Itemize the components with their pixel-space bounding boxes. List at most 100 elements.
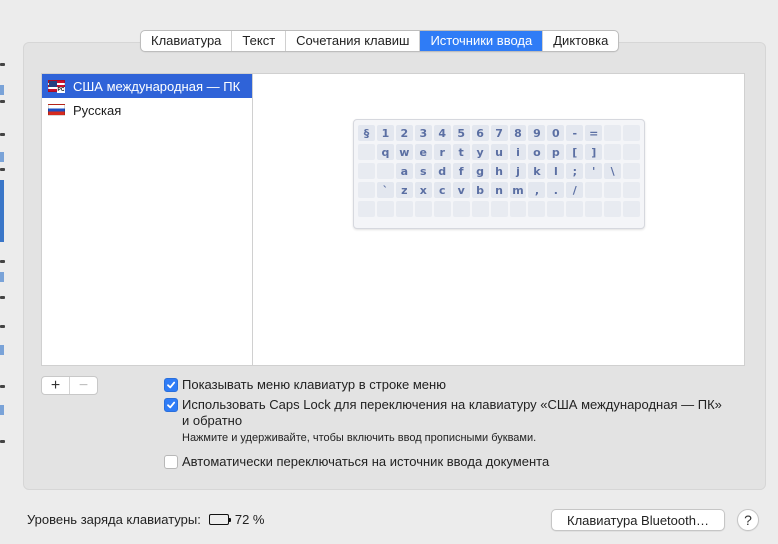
caps-lock-option[interactable]: Использовать Caps Lock для переключения … xyxy=(164,397,722,429)
keyboard-key: e xyxy=(414,144,432,160)
keyboard-key-blank xyxy=(604,144,622,160)
keyboard-key-blank xyxy=(528,201,546,217)
keyboard-key: q xyxy=(376,144,394,160)
caps-lock-label-cont: и обратно xyxy=(182,413,243,428)
battery-icon xyxy=(208,514,232,525)
keyboard-key: d xyxy=(433,163,451,179)
keyboard-key-blank xyxy=(358,163,375,179)
keyboard-key: r xyxy=(433,144,451,160)
keyboard-key: z xyxy=(395,182,413,198)
keyboard-key: , xyxy=(528,182,546,198)
keyboard-key: m xyxy=(509,182,527,198)
list-item-label: Русская xyxy=(73,102,122,118)
keyboard-key-blank xyxy=(376,163,394,179)
keyboard-key: 3 xyxy=(414,125,432,141)
checkbox-unchecked-icon[interactable] xyxy=(164,455,178,469)
keyboard-key: n xyxy=(490,182,508,198)
keyboard-key: i xyxy=(509,144,527,160)
keyboard-key-blank xyxy=(471,201,489,217)
keyboard-key: \ xyxy=(604,163,622,179)
keyboard-key: t xyxy=(452,144,470,160)
keyboard-key-blank xyxy=(604,182,622,198)
tab-text[interactable]: Текст xyxy=(232,31,287,51)
keyboard-key: ; xyxy=(566,163,584,179)
checkbox-checked-icon[interactable] xyxy=(164,378,178,392)
tab-shortcuts[interactable]: Сочетания клавиш xyxy=(286,31,421,51)
keyboard-key: 9 xyxy=(528,125,546,141)
keyboard-key: ` xyxy=(376,182,394,198)
keyboard-key: [ xyxy=(566,144,584,160)
keyboard-key-blank xyxy=(585,182,603,198)
keyboard-key: 0 xyxy=(547,125,565,141)
keyboard-key-blank xyxy=(414,201,432,217)
keyboard-row: ` z x c v b n m,. / xyxy=(358,182,641,198)
keyboard-key: ] xyxy=(585,144,603,160)
keyboard-key-blank xyxy=(623,125,641,141)
auto-switch-option[interactable]: Автоматически переключаться на источник … xyxy=(164,454,549,469)
keyboard-key: k xyxy=(528,163,546,179)
keyboard-row-space xyxy=(358,201,641,217)
battery-label: Уровень заряда клавиатуры: xyxy=(27,512,201,527)
keyboard-key: w xyxy=(395,144,413,160)
us-flag-icon xyxy=(48,80,65,93)
remove-source-button[interactable]: − xyxy=(69,377,97,394)
tab-keyboard[interactable]: Клавиатура xyxy=(141,31,233,51)
keyboard-key-blank xyxy=(604,201,622,217)
bluetooth-keyboard-button[interactable]: Клавиатура Bluetooth… xyxy=(551,509,725,531)
keyboard-key-blank xyxy=(358,182,375,198)
add-source-button[interactable]: + xyxy=(42,377,69,394)
keyboard-key-blank xyxy=(604,125,622,141)
keyboard-key-blank xyxy=(452,201,470,217)
keyboard-key: - xyxy=(566,125,584,141)
checkbox-checked-icon[interactable] xyxy=(164,398,178,412)
keyboard-key: u xyxy=(490,144,508,160)
list-item-russian[interactable]: Русская xyxy=(42,98,252,122)
keyboard-key: 1 xyxy=(376,125,394,141)
keyboard-key: b xyxy=(471,182,489,198)
keyboard-key: / xyxy=(566,182,584,198)
keyboard-key: v xyxy=(452,182,470,198)
keyboard-key: 4 xyxy=(433,125,451,141)
keyboard-key: p xyxy=(547,144,565,160)
keyboard-key: 2 xyxy=(395,125,413,141)
keyboard-key: y xyxy=(471,144,489,160)
keyboard-key-blank xyxy=(433,201,451,217)
auto-switch-label: Автоматически переключаться на источник … xyxy=(182,454,550,469)
keyboard-key-blank xyxy=(358,201,375,217)
tab-bar: Клавиатура Текст Сочетания клавиш Источн… xyxy=(140,30,620,52)
keyboard-key: 8 xyxy=(509,125,527,141)
tab-input-sources[interactable]: Источники ввода xyxy=(420,31,544,51)
keyboard-key: g xyxy=(471,163,489,179)
keyboard-key: j xyxy=(509,163,527,179)
show-menu-option[interactable]: Показывать меню клавиатур в строке меню xyxy=(164,377,446,392)
keyboard-key: c xyxy=(433,182,451,198)
list-item-us-international[interactable]: США международная — ПК xyxy=(42,74,252,98)
keyboard-row: q w e r t y u i o p[] xyxy=(358,144,641,160)
list-item-label: США международная — ПК xyxy=(73,78,241,94)
keyboard-key-blank xyxy=(395,201,413,217)
keyboard-key-blank xyxy=(623,201,641,217)
keyboard-row: § 1 2 3 4 5 6 7 8 9 0- = xyxy=(358,125,641,141)
help-button[interactable]: ? xyxy=(737,509,759,531)
keyboard-key-blank xyxy=(509,201,527,217)
keyboard-key: l xyxy=(547,163,565,179)
tab-dictation[interactable]: Диктовка xyxy=(543,31,618,51)
battery-status: Уровень заряда клавиатуры: 72 % xyxy=(27,512,264,527)
keyboard-key: a xyxy=(395,163,413,179)
keyboard-key: 5 xyxy=(452,125,470,141)
keyboard-row: a s d f g h j k l; ' \ xyxy=(358,163,641,179)
list-button-group: + − xyxy=(41,376,98,395)
keyboard-key-blank xyxy=(547,201,565,217)
keyboard-key-blank xyxy=(623,163,641,179)
caps-lock-hint: Нажмите и удерживайте, чтобы включить вв… xyxy=(182,432,537,444)
keyboard-key: s xyxy=(414,163,432,179)
keyboard-key: . xyxy=(547,182,565,198)
keyboard-preview-pane: § 1 2 3 4 5 6 7 8 9 0- = q w e r t y u i o p[] a s d f g h j k l; ' \ ` z x… xyxy=(252,73,745,366)
keyboard-key: 7 xyxy=(490,125,508,141)
keyboard-key: 6 xyxy=(471,125,489,141)
keyboard-key-blank xyxy=(623,182,641,198)
keyboard-key-blank xyxy=(376,201,394,217)
keyboard-key: § xyxy=(358,125,375,141)
input-sources-list: США международная — ПК Русская xyxy=(41,73,252,366)
keyboard-key: ' xyxy=(585,163,603,179)
